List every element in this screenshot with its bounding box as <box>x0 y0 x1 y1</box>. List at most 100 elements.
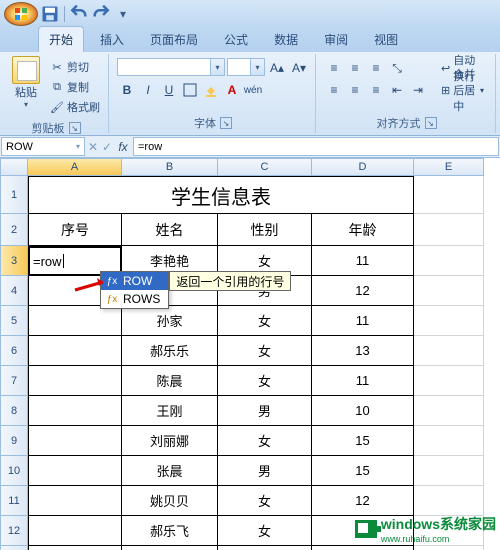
paste-icon[interactable] <box>12 56 40 84</box>
clipboard-dialog-launcher[interactable]: ↘ <box>69 122 81 134</box>
cell[interactable]: 13 <box>312 336 414 366</box>
cell[interactable] <box>28 516 122 546</box>
cell[interactable] <box>414 426 484 456</box>
col-header-c[interactable]: C <box>218 158 312 176</box>
underline-button[interactable]: U <box>159 80 179 100</box>
cell[interactable]: 男 <box>218 456 312 486</box>
cell[interactable] <box>414 486 484 516</box>
row-header[interactable]: 9 <box>0 426 28 456</box>
col-header-b[interactable]: B <box>122 158 218 176</box>
bold-button[interactable]: B <box>117 80 137 100</box>
fill-color-button[interactable] <box>201 80 221 100</box>
cell[interactable] <box>414 276 484 306</box>
office-button[interactable] <box>4 2 38 26</box>
row-header[interactable]: 11 <box>0 486 28 516</box>
cell[interactable]: 12 <box>312 486 414 516</box>
tab-view[interactable]: 视图 <box>364 27 408 52</box>
row-header[interactable]: 13 <box>0 546 28 550</box>
row-header[interactable]: 2 <box>0 214 28 246</box>
row-header[interactable]: 6 <box>0 336 28 366</box>
align-left-button[interactable]: ≡ <box>324 80 344 100</box>
row-header[interactable]: 1 <box>0 176 28 214</box>
italic-button[interactable]: I <box>138 80 158 100</box>
row-header[interactable]: 4 <box>0 276 28 306</box>
paste-button[interactable]: 粘贴 <box>15 84 37 100</box>
cell[interactable]: 陈晨 <box>122 366 218 396</box>
cell[interactable] <box>28 456 122 486</box>
cell[interactable] <box>414 246 484 276</box>
phonetic-button[interactable]: wén <box>243 80 263 100</box>
enter-formula-button[interactable]: ✓ <box>100 136 114 157</box>
align-right-button[interactable]: ≡ <box>366 80 386 100</box>
tab-formulas[interactable]: 公式 <box>214 27 258 52</box>
format-painter-button[interactable]: 🖌格式刷 <box>48 98 102 116</box>
tab-data[interactable]: 数据 <box>264 27 308 52</box>
cell[interactable]: 女 <box>218 546 312 550</box>
cell-title[interactable]: 学生信息表 <box>28 176 414 214</box>
cell[interactable] <box>414 546 484 550</box>
row-header[interactable]: 10 <box>0 456 28 486</box>
cell[interactable] <box>312 546 414 550</box>
font-dialog-launcher[interactable]: ↘ <box>220 117 232 129</box>
cell[interactable] <box>28 306 122 336</box>
cell[interactable] <box>28 546 122 550</box>
border-button[interactable] <box>180 80 200 100</box>
col-header-a[interactable]: A <box>28 158 122 176</box>
cut-button[interactable]: ✂剪切 <box>48 58 102 76</box>
cell[interactable]: 姚贝贝 <box>122 486 218 516</box>
cell[interactable] <box>28 396 122 426</box>
cell[interactable] <box>414 456 484 486</box>
cell[interactable]: 15 <box>312 456 414 486</box>
col-header-e[interactable]: E <box>414 158 484 176</box>
increase-indent-button[interactable]: ⇥ <box>408 80 428 100</box>
cell[interactable]: 孙家 <box>122 306 218 336</box>
chevron-down-icon[interactable]: ▾ <box>480 86 484 95</box>
cell[interactable]: 刘丽娜 <box>122 426 218 456</box>
cell[interactable]: 12 <box>312 276 414 306</box>
save-icon[interactable] <box>40 4 60 24</box>
cell[interactable] <box>414 366 484 396</box>
cell[interactable]: 女 <box>218 486 312 516</box>
name-box[interactable]: ROW▾ <box>1 137 85 156</box>
redo-icon[interactable] <box>91 4 111 24</box>
cell[interactable]: 王刚 <box>122 396 218 426</box>
cell[interactable] <box>28 366 122 396</box>
align-middle-button[interactable]: ≡ <box>345 58 365 78</box>
cell[interactable]: 10 <box>312 396 414 426</box>
cell[interactable]: 11 <box>312 306 414 336</box>
chevron-down-icon[interactable]: ▾ <box>250 59 264 75</box>
cell[interactable]: 年龄 <box>312 214 414 246</box>
cell[interactable]: 11 <box>312 366 414 396</box>
cell[interactable]: 女 <box>218 516 312 546</box>
undo-icon[interactable] <box>69 4 89 24</box>
shrink-font-button[interactable]: A▾ <box>289 58 309 78</box>
cell[interactable]: 女 <box>218 336 312 366</box>
cell[interactable]: 序号 <box>28 214 122 246</box>
cell[interactable]: 15 <box>312 426 414 456</box>
cell[interactable]: 男 <box>218 396 312 426</box>
cell[interactable] <box>414 306 484 336</box>
row-header[interactable]: 7 <box>0 366 28 396</box>
merge-center-button[interactable]: ⊞合并后居中▾ <box>436 80 489 100</box>
align-dialog-launcher[interactable]: ↘ <box>425 117 437 129</box>
cell[interactable]: 性别 <box>218 214 312 246</box>
cells-area[interactable]: 学生信息表 序号 姓名 性别 年龄 =row 李艳艳 女 11 <box>28 176 484 550</box>
chevron-down-icon[interactable]: ▾ <box>76 142 80 151</box>
cell[interactable]: 女 <box>218 426 312 456</box>
orientation-button[interactable]: ⤡ <box>387 58 407 78</box>
cell[interactable] <box>414 396 484 426</box>
font-name-combo[interactable]: ▾ <box>117 58 225 76</box>
chevron-down-icon[interactable]: ▾ <box>210 59 224 75</box>
row-header[interactable]: 8 <box>0 396 28 426</box>
cell[interactable] <box>414 214 484 246</box>
font-color-button[interactable]: A <box>222 80 242 100</box>
row-header[interactable]: 3 <box>0 246 28 276</box>
cell[interactable] <box>414 336 484 366</box>
row-header[interactable]: 12 <box>0 516 28 546</box>
align-bottom-button[interactable]: ≡ <box>366 58 386 78</box>
paste-dropdown-icon[interactable]: ▾ <box>24 100 28 109</box>
align-top-button[interactable]: ≡ <box>324 58 344 78</box>
select-all-button[interactable] <box>0 158 28 176</box>
grow-font-button[interactable]: A▴ <box>267 58 287 78</box>
formula-input[interactable]: =row <box>133 137 499 156</box>
